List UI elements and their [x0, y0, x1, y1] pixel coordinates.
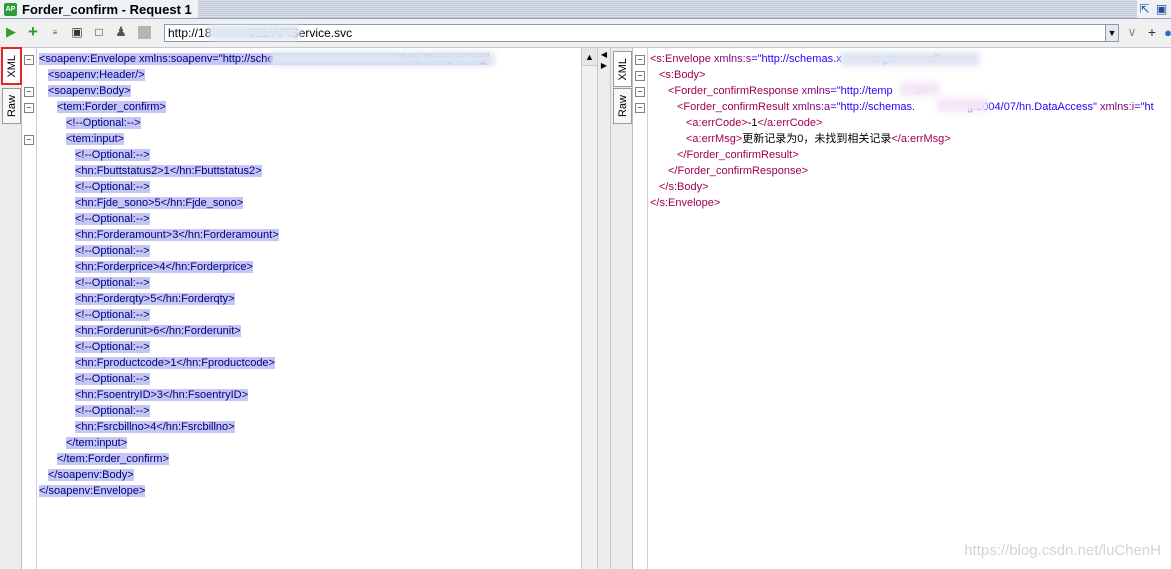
response-xml-editor[interactable]: <s:Envelope xmlns:s="http://schemas.x or…: [633, 48, 1171, 569]
response-line: <Forder_confirmResponse xmlns="http://te…: [668, 85, 930, 97]
help-icon[interactable]: ●: [1160, 24, 1171, 40]
request-line: <!--Optional:-->: [75, 213, 150, 225]
endpoint-url-input[interactable]: [165, 25, 1105, 41]
redacted-area: [936, 98, 988, 112]
endpoint-url-field[interactable]: [164, 24, 1106, 42]
request-line: <!--Optional:-->: [75, 245, 150, 257]
redacted-area: [208, 25, 300, 40]
format-icon[interactable]: ≡: [47, 24, 63, 40]
pane-splitter[interactable]: ◀ ▶: [597, 48, 611, 569]
request-xml-editor[interactable]: <soapenv:Envelope xmlns:soapenv="http://…: [22, 48, 581, 569]
response-line: <Forder_confirmResult xmlns:a="http://sc…: [677, 101, 1154, 113]
url-dropdown-icon[interactable]: ▼: [1105, 24, 1119, 42]
request-line: <hn:Forderunit>6</hn:Forderunit>: [75, 325, 241, 337]
expand-icon[interactable]: ▣: [69, 24, 85, 40]
request-line: <soapenv:Body>: [48, 85, 131, 97]
soapui-request-icon: AP: [4, 2, 17, 16]
collapse-left-icon[interactable]: ◀: [598, 50, 610, 59]
request-line: <!--Optional:-->: [75, 309, 150, 321]
response-line: </s:Body>: [659, 181, 709, 193]
fold-toggle-icon[interactable]: −: [635, 87, 645, 97]
request-scrollbar[interactable]: ▲: [581, 48, 597, 569]
response-line: </s:Envelope>: [650, 197, 721, 209]
request-line: <!--Optional:-->: [75, 405, 150, 417]
request-line: </soapenv:Envelope>: [39, 485, 146, 497]
response-view-tabs: XML Raw: [611, 48, 633, 569]
request-line: <!--Optional:-->: [66, 117, 141, 129]
tab-raw-response[interactable]: Raw: [613, 88, 632, 124]
redacted-area: [840, 52, 980, 66]
restore-icon[interactable]: ⇱: [1137, 2, 1152, 17]
response-line: <s:Body>: [659, 69, 706, 81]
fold-toggle-icon[interactable]: −: [635, 55, 645, 65]
request-line: <tem:Forder_confirm>: [57, 101, 166, 113]
tab-xml-response[interactable]: XML: [613, 51, 632, 87]
title-bar: AP Forder_confirm - Request 1 ⇱ ▣: [0, 0, 1171, 19]
user-icon[interactable]: ♟: [113, 24, 129, 40]
response-line: <a:errMsg>更新记录为0，未找到相关记录</a:errMsg>: [686, 133, 951, 145]
request-line: <hn:Fjde_sono>5</hn:Fjde_sono>: [75, 197, 244, 209]
tab-raw-request[interactable]: Raw: [2, 88, 21, 124]
fold-toggle-icon[interactable]: −: [24, 135, 34, 145]
request-line: <hn:Fsrcbillno>4</hn:Fsrcbillno>: [75, 421, 235, 433]
request-line: <hn:Fbuttstatus2>1</hn:Fbuttstatus2>: [75, 165, 262, 177]
watermark: https://blog.csdn.net/luChenH: [964, 542, 1161, 559]
request-line: <hn:Forderamount>3</hn:Forderamount>: [75, 229, 279, 241]
request-line: <hn:Forderprice>4</hn:Forderprice>: [75, 261, 253, 273]
square-icon[interactable]: □: [91, 24, 107, 40]
scroll-up-icon[interactable]: ▲: [582, 48, 597, 66]
fold-toggle-icon[interactable]: −: [24, 103, 34, 113]
fold-toggle-icon[interactable]: −: [635, 71, 645, 81]
redacted-area: [900, 82, 940, 96]
window-title: Forder_confirm - Request 1: [22, 1, 192, 17]
fold-toggle-icon[interactable]: −: [24, 55, 34, 65]
request-gutter: [22, 48, 37, 569]
request-line: <!--Optional:-->: [75, 277, 150, 289]
stop-icon[interactable]: [136, 24, 152, 40]
request-line: <!--Optional:-->: [75, 149, 150, 161]
request-line: <!--Optional:-->: [75, 341, 150, 353]
request-line: <hn:Fproductcode>1</hn:Fproductcode>: [75, 357, 275, 369]
redacted-area: [270, 52, 495, 66]
request-line: <soapenv:Header/>: [48, 69, 145, 81]
collapse-right-icon[interactable]: ▶: [598, 61, 610, 70]
request-line: </soapenv:Body>: [48, 469, 134, 481]
fold-toggle-icon[interactable]: −: [635, 103, 645, 113]
request-line: <hn:Forderqty>5</hn:Forderqty>: [75, 293, 235, 305]
tab-xml-request[interactable]: XML: [1, 47, 22, 85]
request-line: </tem:input>: [66, 437, 128, 449]
fold-toggle-icon[interactable]: −: [24, 87, 34, 97]
response-gutter: [633, 48, 648, 569]
response-line: </Forder_confirmResponse>: [668, 165, 809, 177]
request-line: <!--Optional:-->: [75, 181, 150, 193]
request-line: </tem:Forder_confirm>: [57, 453, 169, 465]
request-line: <!--Optional:-->: [75, 373, 150, 385]
request-view-tabs: XML Raw: [0, 47, 22, 569]
settings-icon[interactable]: ∨: [1124, 24, 1140, 40]
window-title-area: AP Forder_confirm - Request 1: [0, 0, 198, 18]
response-line: </Forder_confirmResult>: [677, 149, 799, 161]
add-icon[interactable]: +: [25, 22, 41, 41]
response-line: <a:errCode>-1</a:errCode>: [686, 117, 823, 129]
detach-icon[interactable]: ▣: [1154, 2, 1169, 17]
request-line: <hn:FsoentryID>3</hn:FsoentryID>: [75, 389, 249, 401]
request-line: <tem:input>: [66, 133, 125, 145]
run-icon[interactable]: ▶: [3, 24, 19, 40]
plus-icon[interactable]: +: [1144, 24, 1160, 40]
window-controls: ⇱ ▣: [1137, 0, 1171, 18]
